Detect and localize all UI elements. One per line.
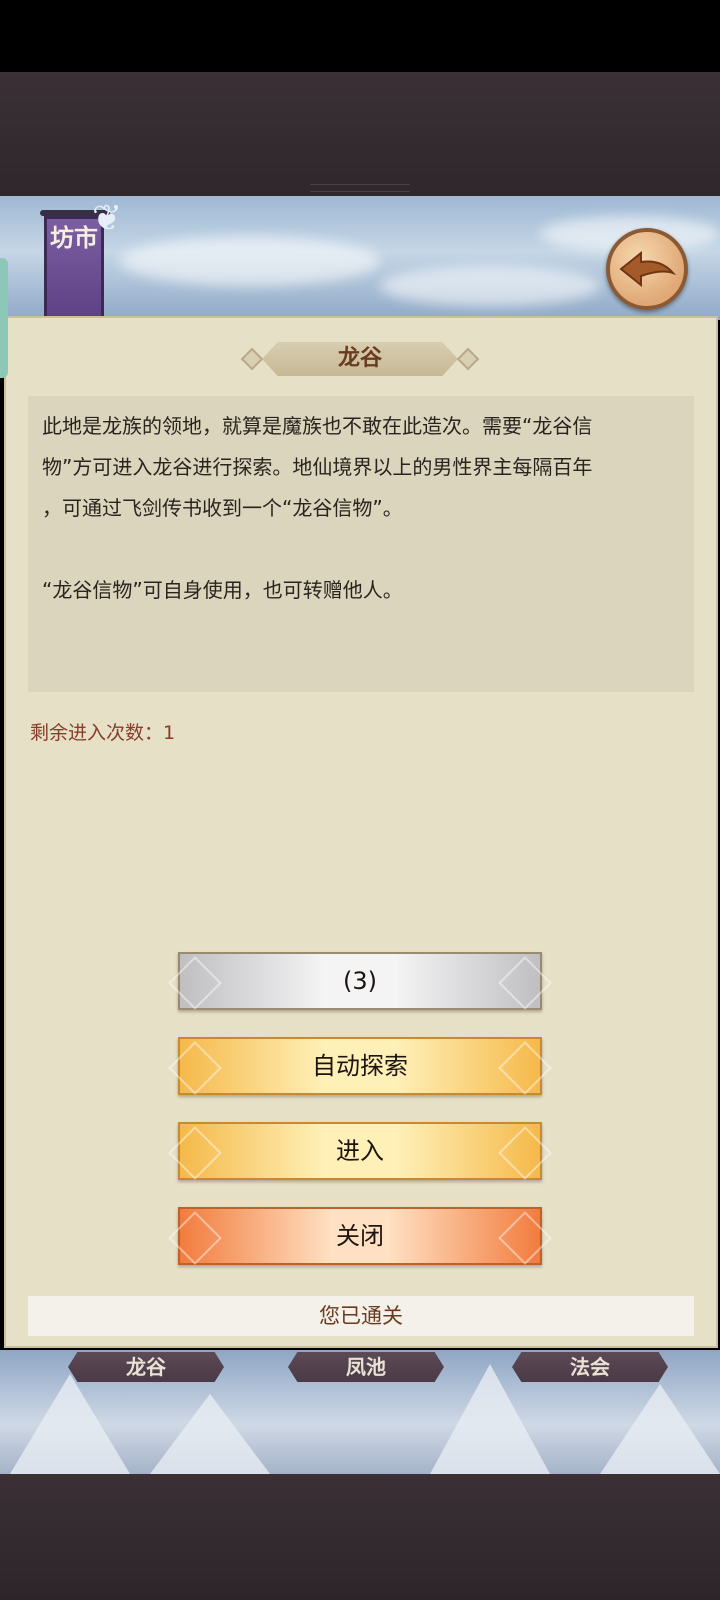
dialog-title-wrap: 龙谷 <box>240 342 480 376</box>
description-box: 此地是龙族的领地，就算是魔族也不敢在此造次。需要“龙谷信 物”方可进入龙谷进行探… <box>28 396 694 692</box>
close-button[interactable]: 关闭 <box>178 1207 542 1265</box>
market-banner[interactable]: 坊市 ❦ <box>40 198 122 316</box>
description-line: 此地是龙族的领地，就算是魔族也不敢在此造次。需要“龙谷信 <box>42 414 593 438</box>
description-note: “龙谷信物”可自身使用，也可转赠他人。 <box>42 578 403 602</box>
back-arrow-icon <box>619 250 677 288</box>
countdown-button[interactable]: (3) <box>178 952 542 1010</box>
title-diamond-right <box>456 347 480 371</box>
frame-ornament <box>310 184 410 192</box>
side-handle[interactable] <box>0 258 8 378</box>
dialog-title: 龙谷 <box>262 342 458 376</box>
bottom-frame <box>0 1474 720 1600</box>
cleared-status: 您已通关 <box>28 1296 694 1336</box>
tab-dharma-assembly[interactable]: 法会 <box>512 1352 668 1382</box>
butterfly-icon: ❦ <box>92 198 123 239</box>
title-diamond-left <box>240 347 264 371</box>
auto-explore-button[interactable]: 自动探索 <box>178 1037 542 1095</box>
status-bar-area <box>0 0 720 72</box>
description-line: 物”方可进入龙谷进行探索。地仙境界以上的男性界主每隔百年 <box>42 455 593 479</box>
top-frame <box>0 72 720 196</box>
remaining-entries: 剩余进入次数：1 <box>30 722 176 744</box>
tab-dragon-valley[interactable]: 龙谷 <box>68 1352 224 1382</box>
description-line: ，可通过飞剑传书收到一个“龙谷信物”。 <box>42 496 403 520</box>
back-button[interactable] <box>606 228 688 310</box>
tab-phoenix-pool[interactable]: 凤池 <box>288 1352 444 1382</box>
enter-button[interactable]: 进入 <box>178 1122 542 1180</box>
